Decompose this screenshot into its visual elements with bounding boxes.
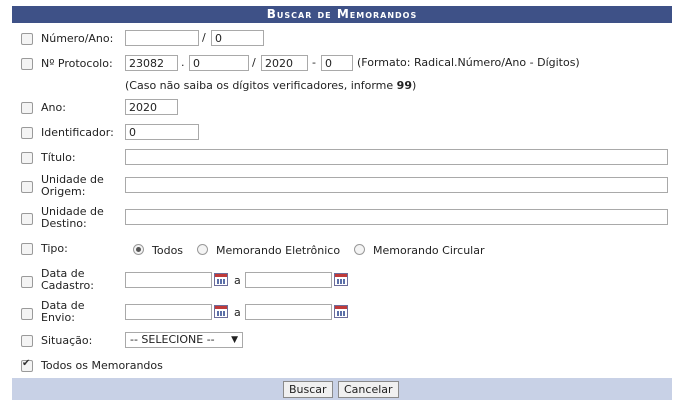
ano-input[interactable]: [211, 30, 264, 46]
calendar-icon[interactable]: [334, 273, 348, 286]
tipo-checkbox[interactable]: [21, 243, 33, 255]
situacao-checkbox[interactable]: [21, 335, 33, 347]
ano-checkbox[interactable]: [21, 102, 33, 114]
data-cadastro-label: Data de Cadastro:: [41, 267, 94, 292]
tipo-radio-circular[interactable]: [354, 244, 365, 255]
data-cadastro-checkbox[interactable]: [21, 276, 33, 288]
protocolo-radical-input[interactable]: [125, 55, 178, 71]
tipo-radio-eletronico[interactable]: [197, 244, 208, 255]
situacao-label: Situação:: [41, 334, 93, 347]
identificador-checkbox[interactable]: [21, 127, 33, 139]
row-protocolo: Nº Protocolo: . / - (Formato: Radical.Nú…: [12, 55, 672, 73]
data-cadastro-fim-input[interactable]: [245, 272, 332, 288]
tipo-option-circular: Memorando Circular: [373, 244, 485, 257]
chevron-down-icon: ▼: [231, 335, 238, 345]
row-ano: Ano:: [12, 99, 672, 117]
todos-memorandos-checkbox[interactable]: [21, 358, 33, 372]
row-data-envio: Data de Envio: a: [12, 299, 672, 327]
row-data-cadastro: Data de Cadastro: a: [12, 267, 672, 295]
data-envio-checkbox[interactable]: [21, 308, 33, 320]
unidade-origem-label: Unidade de Origem:: [41, 173, 104, 198]
titulo-checkbox[interactable]: [21, 152, 33, 164]
unidade-origem-input[interactable]: [125, 177, 668, 193]
tipo-label: Tipo:: [41, 242, 68, 255]
row-situacao: Situação: -- SELECIONE -- ▼: [12, 332, 672, 350]
tipo-radio-todos[interactable]: [133, 244, 144, 255]
ano-label: Ano:: [41, 101, 66, 114]
form-footer: Buscar Cancelar: [12, 378, 672, 400]
situacao-select[interactable]: -- SELECIONE -- ▼: [125, 332, 243, 348]
data-envio-separator: a: [234, 306, 241, 319]
tipo-option-eletronico: Memorando Eletrônico: [216, 244, 341, 257]
unidade-destino-checkbox[interactable]: [21, 213, 33, 225]
row-titulo: Título:: [12, 149, 672, 167]
row-protocolo-hint: (Caso não saiba os dígitos verificadores…: [12, 78, 672, 94]
identificador-label: Identificador:: [41, 126, 114, 139]
unidade-destino-input[interactable]: [125, 209, 668, 225]
titulo-label: Título:: [41, 151, 76, 164]
tipo-option-todos: Todos: [152, 244, 184, 257]
buscar-button[interactable]: Buscar: [283, 381, 333, 398]
unidade-destino-label: Unidade de Destino:: [41, 205, 104, 230]
row-tipo: Tipo: Todos Memorando Eletrônico Memoran…: [12, 242, 672, 260]
numero-input[interactable]: [125, 30, 199, 46]
titulo-input[interactable]: [125, 149, 668, 165]
protocolo-label: Nº Protocolo:: [41, 57, 113, 70]
row-unidade-destino: Unidade de Destino:: [12, 204, 672, 232]
ano-field[interactable]: [125, 99, 178, 115]
calendar-icon[interactable]: [214, 273, 228, 286]
protocolo-sep2: /: [252, 56, 256, 69]
situacao-selected-value: -- SELECIONE --: [130, 333, 215, 346]
protocolo-ano-input[interactable]: [261, 55, 308, 71]
protocolo-digitos-hint: (Caso não saiba os dígitos verificadores…: [125, 79, 417, 92]
identificador-input[interactable]: [125, 124, 199, 140]
protocolo-numero-input[interactable]: [189, 55, 249, 71]
todos-memorandos-label: Todos os Memorandos: [41, 359, 163, 372]
protocolo-sep1: .: [181, 56, 185, 69]
data-envio-fim-input[interactable]: [245, 304, 332, 320]
protocolo-checkbox[interactable]: [21, 58, 33, 70]
protocolo-digitos-input[interactable]: [321, 55, 353, 71]
protocolo-sep3: -: [312, 56, 316, 69]
form-title: Buscar de Memorandos: [12, 6, 672, 23]
numero-ano-checkbox[interactable]: [21, 33, 33, 45]
calendar-icon[interactable]: [334, 305, 348, 318]
numero-ano-separator: /: [202, 31, 206, 44]
cancelar-button[interactable]: Cancelar: [338, 381, 399, 398]
row-unidade-origem: Unidade de Origem:: [12, 172, 672, 200]
unidade-origem-checkbox[interactable]: [21, 181, 33, 193]
row-identificador: Identificador:: [12, 124, 672, 142]
row-todos: Todos os Memorandos: [12, 357, 672, 375]
calendar-icon[interactable]: [214, 305, 228, 318]
numero-ano-label: Número/Ano:: [41, 32, 114, 45]
data-cadastro-inicio-input[interactable]: [125, 272, 212, 288]
row-numero-ano: Número/Ano: /: [12, 30, 672, 48]
protocolo-formato-hint: (Formato: Radical.Número/Ano - Dígitos): [357, 56, 580, 69]
data-envio-inicio-input[interactable]: [125, 304, 212, 320]
data-envio-label: Data de Envio:: [41, 299, 85, 324]
search-form: Buscar de Memorandos Número/Ano: / Nº Pr…: [12, 6, 672, 400]
data-cadastro-separator: a: [234, 274, 241, 287]
